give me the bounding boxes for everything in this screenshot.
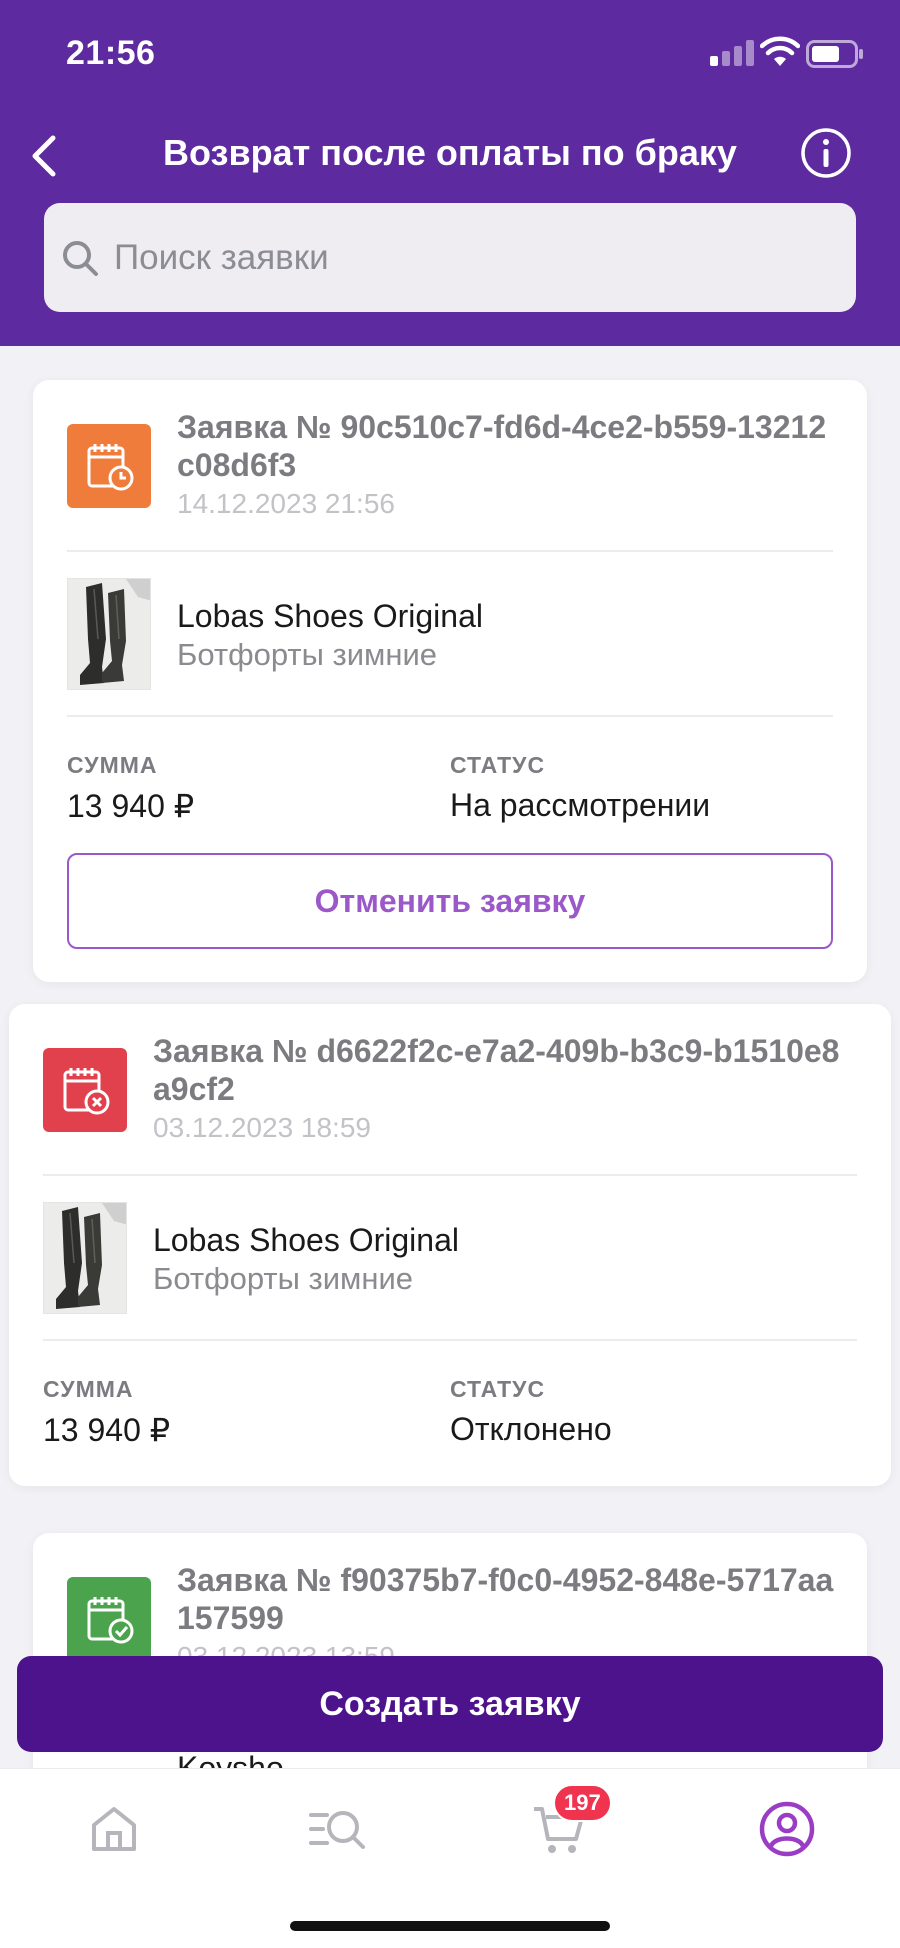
divider [67, 715, 833, 717]
divider [43, 1174, 857, 1176]
status-label: СТАТУС [450, 752, 546, 778]
sum-label: СУММА [67, 752, 158, 778]
status-value: Отклонено [450, 1411, 612, 1447]
catalog-search-icon[interactable] [307, 1799, 367, 1859]
search-icon [63, 240, 98, 276]
boots-image [68, 579, 150, 689]
request-title: Заявка № f90375b7-f0c0-4952-848e-5717aa1… [177, 1562, 834, 1636]
calendar-cross-icon [43, 1048, 127, 1132]
calendar-check-icon [87, 1597, 134, 1644]
product-brand: Lobas Shoes Original [153, 1222, 459, 1258]
calendar-check-icon [67, 1577, 151, 1661]
status-value: На рассмотрении [450, 787, 711, 823]
status-time: 21:56 [66, 34, 156, 72]
battery-icon [806, 40, 863, 68]
sum-label: СУММА [43, 1376, 134, 1402]
cancel-request-button[interactable]: Отменить заявку [67, 853, 833, 949]
product-image [43, 1202, 127, 1314]
status-label: СТАТУС [450, 1376, 546, 1402]
divider [67, 550, 833, 552]
wifi-icon [760, 36, 800, 66]
header: 21:56 Возврат после оплаты по браку [0, 0, 900, 346]
product-image [67, 578, 151, 690]
product-name: Ботфорты зимние [177, 637, 438, 672]
product-name: Ботфорты зимние [153, 1261, 414, 1296]
nav-bar: Возврат после оплаты по браку [0, 110, 900, 200]
signal-icon [710, 40, 754, 66]
product-brand: Lobas Shoes Original [177, 598, 483, 634]
calendar-cross-icon [63, 1068, 110, 1115]
create-request-button[interactable]: Создать заявку [17, 1656, 883, 1752]
boots-image [44, 1203, 126, 1313]
search-field[interactable] [44, 203, 856, 312]
home-icon[interactable] [84, 1799, 144, 1859]
info-icon[interactable] [800, 127, 852, 179]
search-input[interactable] [114, 237, 814, 278]
page-title: Возврат после оплаты по браку [163, 132, 737, 173]
request-date: 14.12.2023 21:56 [177, 488, 395, 519]
home-indicator [290, 1921, 610, 1931]
calendar-clock-icon [67, 424, 151, 508]
chevron-left-icon [32, 135, 56, 177]
request-date: 03.12.2023 18:59 [153, 1112, 371, 1143]
profile-icon[interactable] [757, 1799, 817, 1859]
back-button[interactable] [18, 130, 68, 182]
request-card[interactable]: Заявка № d6622f2c-e7a2-409b-b3c9-b1510e8… [9, 1004, 891, 1486]
request-title: Заявка № 90c510c7-fd6d-4ce2-b559-13212c0… [177, 409, 827, 483]
divider [43, 1339, 857, 1341]
request-card[interactable]: Заявка № 90c510c7-fd6d-4ce2-b559-13212c0… [33, 380, 867, 982]
calendar-clock-icon [87, 444, 134, 491]
request-title: Заявка № d6622f2c-e7a2-409b-b3c9-b1510e8… [153, 1033, 840, 1107]
cart-badge: 197 [553, 1784, 612, 1822]
status-bar: 21:56 [0, 0, 900, 110]
sum-value: 13 940 ₽ [67, 788, 195, 824]
sum-value: 13 940 ₽ [43, 1412, 171, 1448]
